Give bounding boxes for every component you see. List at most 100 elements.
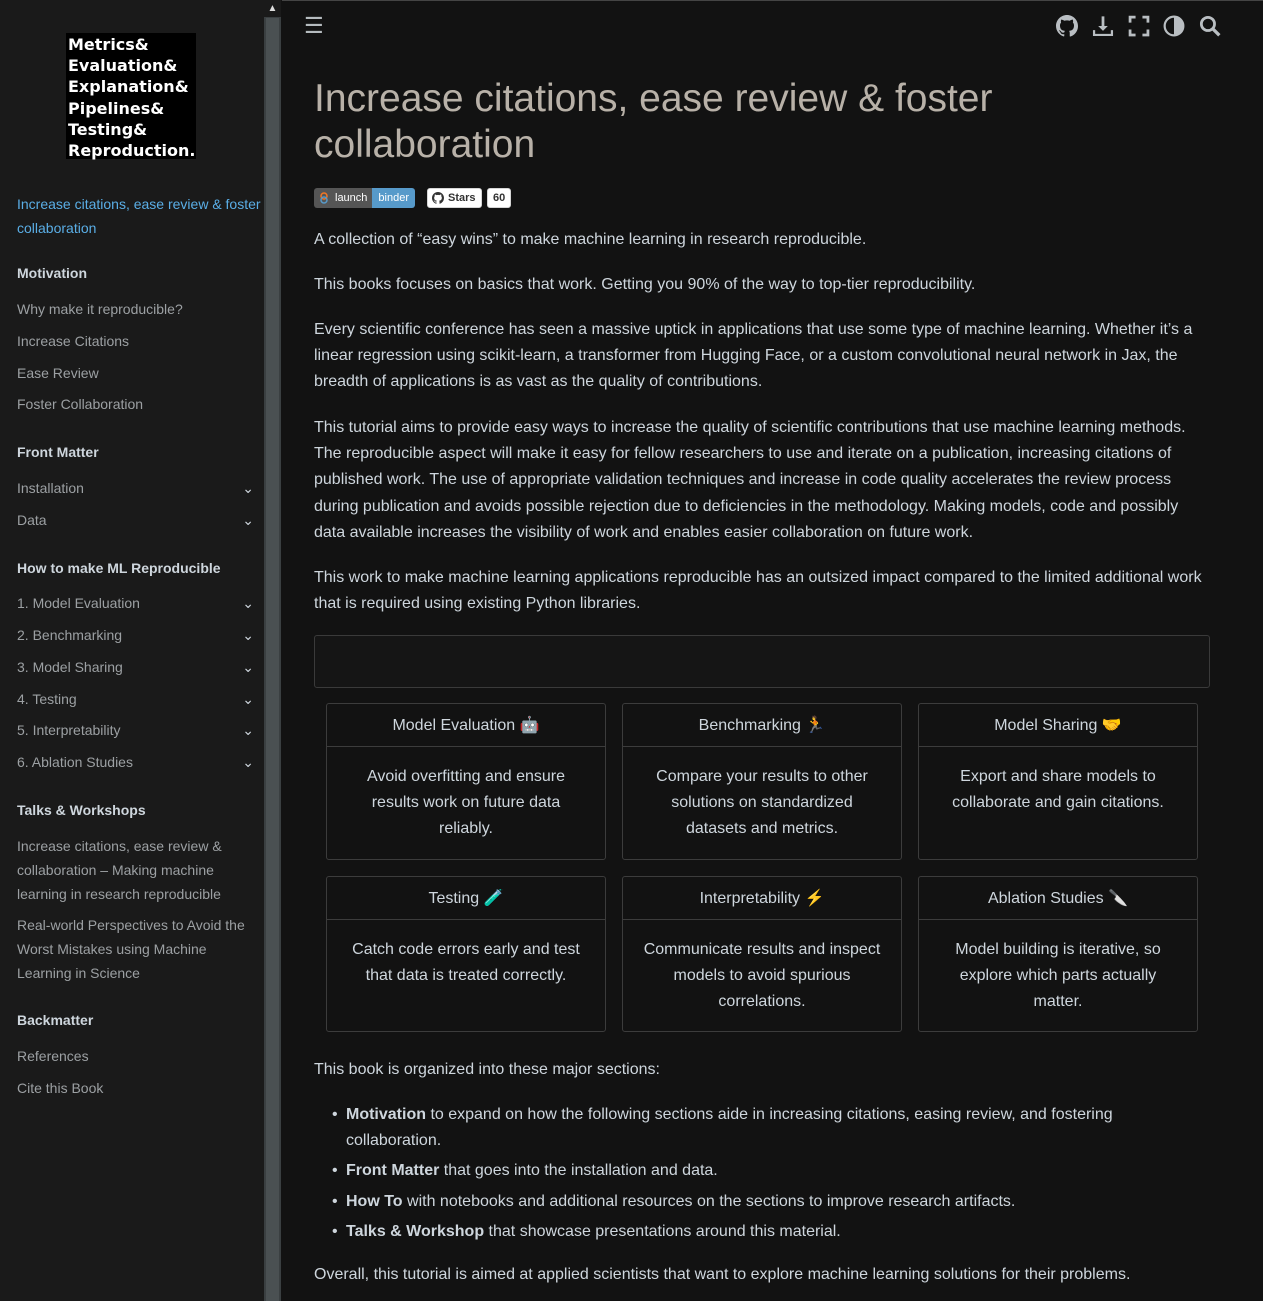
- test-tube-icon: 🧪: [483, 890, 504, 907]
- sidebar-item-data[interactable]: Data ⌄: [17, 508, 262, 532]
- intro-paragraph-5: This work to make machine learning appli…: [314, 569, 1202, 613]
- intro-paragraph-3: Every scientific conference has seen a m…: [314, 321, 1193, 391]
- list-item-bold: How To: [346, 1192, 403, 1210]
- sidebar-item-talk-2[interactable]: Real-world Perspectives to Avoid the Wor…: [17, 913, 262, 985]
- sidebar-item-review[interactable]: Ease Review: [17, 361, 262, 385]
- caption-how-to: How to make ML Reproducible: [17, 560, 221, 576]
- topbar: ☰: [282, 0, 1263, 53]
- card-header: Ablation Studies 🔪: [919, 877, 1197, 920]
- sidebar-item-label: 3. Model Sharing: [17, 659, 123, 675]
- scroll-up-icon[interactable]: ▲: [264, 0, 281, 17]
- sidebar-item-installation[interactable]: Installation ⌄: [17, 476, 262, 500]
- sidebar-item-label: 5. Interpretability: [17, 722, 121, 738]
- sidebar-item-talk-1[interactable]: Increase citations, ease review & collab…: [17, 834, 262, 906]
- list-item-bold: Talks & Workshop: [346, 1222, 485, 1240]
- robot-icon: 🤖: [519, 717, 540, 734]
- card-model-evaluation[interactable]: Model Evaluation 🤖 Avoid overfitting and…: [326, 703, 606, 860]
- knife-icon: 🔪: [1108, 890, 1128, 907]
- list-item-text: to expand on how the following sections …: [346, 1106, 1113, 1150]
- card-body: Catch code errors early and test that da…: [352, 941, 580, 985]
- theme-icon[interactable]: [1163, 15, 1185, 37]
- sidebar: Metrics& Evaluation& Explanation& Pipeli…: [0, 0, 264, 1301]
- fullscreen-icon[interactable]: [1128, 15, 1150, 37]
- sections-list: Motivation to expand on how the followin…: [314, 1102, 1206, 1249]
- sidebar-item-cite[interactable]: Cite this Book: [17, 1076, 262, 1100]
- card-body: Compare your results to other solutions …: [656, 768, 868, 838]
- card-benchmarking[interactable]: Benchmarking 🏃 Compare your results to o…: [622, 703, 902, 860]
- scrollbar-thumb[interactable]: [266, 18, 279, 1301]
- intro-paragraph-1: A collection of “easy wins” to make mach…: [314, 231, 867, 248]
- card-body: Model building is iterative, so explore …: [955, 941, 1161, 1011]
- card-header: Benchmarking 🏃: [623, 704, 901, 747]
- runner-icon: 🏃: [805, 717, 826, 734]
- list-item-text: with notebooks and additional resources …: [402, 1192, 1016, 1210]
- list-item-bold: Front Matter: [346, 1162, 440, 1180]
- sidebar-item-citations[interactable]: Increase Citations: [17, 329, 262, 353]
- card-body: Export and share models to collaborate a…: [952, 768, 1164, 812]
- page-title: Increase citations, ease review & foster…: [314, 77, 993, 166]
- card-model-sharing[interactable]: Model Sharing 🤝 Export and share models …: [918, 703, 1198, 860]
- chevron-down-icon[interactable]: ⌄: [242, 508, 254, 532]
- caption-talks: Talks & Workshops: [17, 802, 146, 818]
- sidebar-item-testing[interactable]: 4. Testing ⌄: [17, 687, 262, 711]
- binder-logo-icon: [320, 192, 328, 204]
- card-header: Interpretability ⚡: [623, 877, 901, 920]
- chevron-down-icon[interactable]: ⌄: [242, 623, 254, 647]
- sidebar-item-model-sharing[interactable]: 3. Model Sharing ⌄: [17, 655, 262, 679]
- badge-binder-text: binder: [372, 188, 415, 208]
- search-icon[interactable]: [1199, 15, 1221, 37]
- caption-motivation: Motivation: [17, 265, 87, 281]
- sidebar-item-benchmarking[interactable]: 2. Benchmarking ⌄: [17, 623, 262, 647]
- chevron-down-icon[interactable]: ⌄: [242, 750, 254, 774]
- overall-paragraph: Overall, this tutorial is aimed at appli…: [314, 1266, 1131, 1283]
- card-testing[interactable]: Testing 🧪 Catch code errors early and te…: [326, 876, 606, 1032]
- intro-paragraph-2: This books focuses on basics that work. …: [314, 276, 976, 293]
- sidebar-item-model-evaluation[interactable]: 1. Model Evaluation ⌄: [17, 591, 262, 615]
- sidebar-item-references[interactable]: References: [17, 1044, 262, 1068]
- github-stars-badge[interactable]: Stars: [427, 188, 482, 208]
- card-header: Model Evaluation 🤖: [327, 704, 605, 747]
- list-item: Front Matter that goes into the installa…: [332, 1158, 1206, 1184]
- sidebar-item-label: Data: [17, 512, 47, 528]
- sidebar-scrollbar[interactable]: ▲: [264, 0, 281, 1301]
- sidebar-item-home[interactable]: Increase citations, ease review & foster…: [17, 192, 262, 240]
- binder-badge[interactable]: launch binder: [314, 188, 415, 208]
- logo[interactable]: Metrics& Evaluation& Explanation& Pipeli…: [66, 33, 196, 160]
- menu-icon[interactable]: ☰: [304, 15, 324, 37]
- github-icon[interactable]: [1056, 15, 1078, 37]
- badge-stars-text: Stars: [448, 192, 476, 204]
- intro-paragraph-4: This tutorial aims to provide easy ways …: [314, 419, 1186, 541]
- list-item-bold: Motivation: [346, 1106, 426, 1123]
- chevron-down-icon[interactable]: ⌄: [242, 655, 254, 679]
- list-item-text: that goes into the installation and data…: [439, 1162, 718, 1180]
- card-body: Communicate results and inspect models t…: [643, 941, 881, 1011]
- sidebar-item-interpretability[interactable]: 5. Interpretability ⌄: [17, 718, 262, 742]
- sidebar-item-collaboration[interactable]: Foster Collaboration: [17, 392, 262, 416]
- card-title: Interpretability: [699, 890, 801, 907]
- card-interpretability[interactable]: Interpretability ⚡ Communicate results a…: [622, 876, 902, 1032]
- sidebar-item-label: 2. Benchmarking: [17, 627, 123, 643]
- sidebar-item-ablation[interactable]: 6. Ablation Studies ⌄: [17, 750, 262, 774]
- download-icon[interactable]: [1092, 15, 1114, 37]
- card-title: Testing: [428, 890, 480, 907]
- empty-panel: [314, 635, 1210, 688]
- chevron-down-icon[interactable]: ⌄: [242, 591, 254, 615]
- card-title: Model Sharing: [994, 717, 1098, 734]
- chevron-down-icon[interactable]: ⌄: [242, 476, 254, 500]
- organized-intro: This book is organized into these major …: [314, 1061, 660, 1078]
- github-icon: [432, 192, 444, 204]
- list-item: How To with notebooks and additional res…: [332, 1189, 1206, 1215]
- sidebar-item-label: Installation: [17, 480, 84, 496]
- card-title: Model Evaluation: [392, 717, 516, 734]
- sidebar-item-label: 4. Testing: [17, 691, 77, 707]
- card-title: Ablation Studies: [987, 890, 1104, 907]
- list-item-text: that showcase presentations around this …: [484, 1222, 841, 1240]
- sidebar-item-why[interactable]: Why make it reproducible?: [17, 297, 262, 321]
- sidebar-item-label: 1. Model Evaluation: [17, 595, 140, 611]
- sidebar-item-label: 6. Ablation Studies: [17, 754, 133, 770]
- chevron-down-icon[interactable]: ⌄: [242, 718, 254, 742]
- stars-count[interactable]: 60: [487, 188, 512, 208]
- card-ablation-studies[interactable]: Ablation Studies 🔪 Model building is ite…: [918, 876, 1198, 1032]
- card-body: Avoid overfitting and ensure results wor…: [366, 768, 566, 838]
- chevron-down-icon[interactable]: ⌄: [242, 687, 254, 711]
